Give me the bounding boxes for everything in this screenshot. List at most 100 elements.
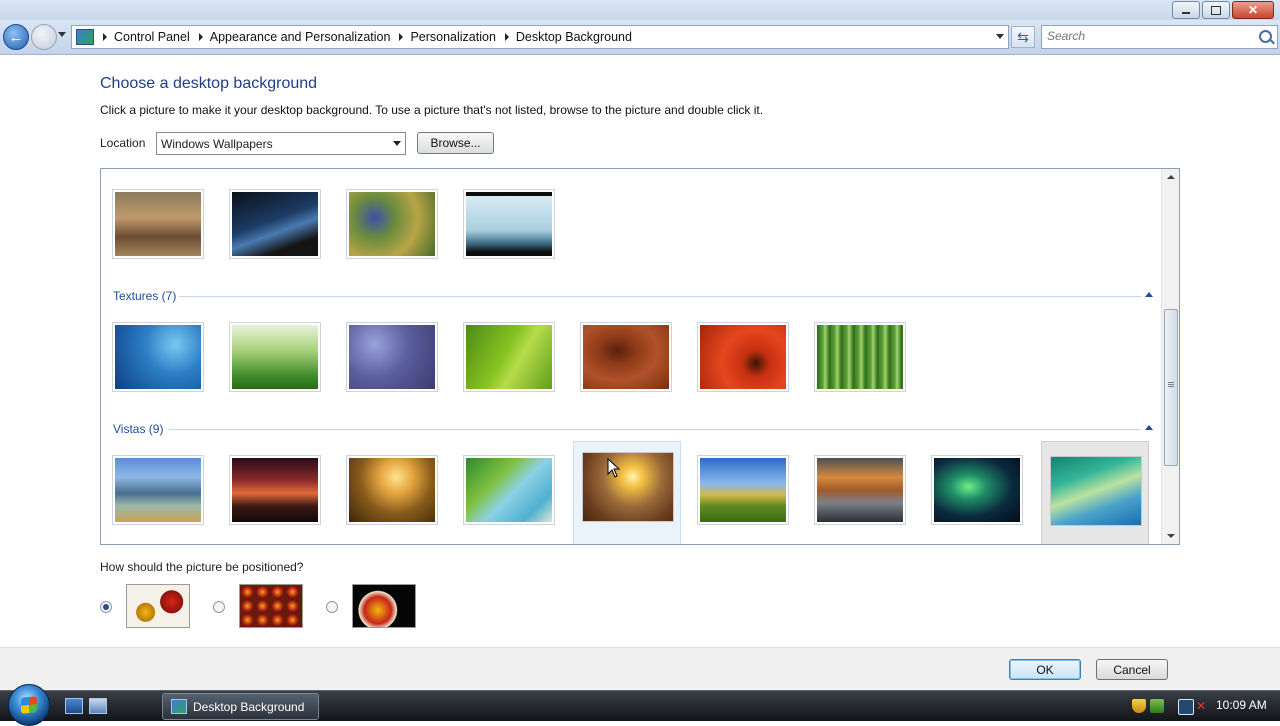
instructions-text: Click a picture to make it your desktop … bbox=[100, 103, 764, 117]
control-panel-icon bbox=[171, 699, 187, 714]
wallpaper-thumbnail-green-grass[interactable] bbox=[229, 322, 321, 392]
category-header-textures[interactable]: Textures (7) bbox=[113, 288, 176, 304]
category-header-vistas[interactable]: Vistas (9) bbox=[113, 421, 163, 437]
location-select-value: Windows Wallpapers bbox=[161, 136, 273, 151]
breadcrumb-separator-icon[interactable] bbox=[198, 33, 203, 41]
breadcrumb-separator-icon[interactable] bbox=[504, 33, 509, 41]
wallpaper-thumbnail-koi-fish[interactable] bbox=[463, 189, 555, 259]
restore-icon bbox=[1211, 5, 1221, 15]
collapse-up-icon[interactable] bbox=[1145, 292, 1153, 297]
category-label[interactable]: Vistas (9) bbox=[113, 422, 163, 436]
page-title: Choose a desktop background bbox=[100, 75, 318, 92]
desktop-background-panel: Choose a desktop background Click a pict… bbox=[0, 55, 1280, 647]
display-icon[interactable] bbox=[1178, 699, 1194, 715]
refresh-button[interactable]: ⇆ bbox=[1011, 26, 1035, 48]
position-radio-center[interactable] bbox=[326, 601, 338, 613]
scrollbar-thumb[interactable] bbox=[1164, 309, 1178, 466]
category-divider bbox=[179, 296, 1141, 297]
location-label: Location bbox=[100, 136, 146, 150]
wallpaper-thumbnail-fish-school[interactable] bbox=[112, 322, 204, 392]
position-preview-center[interactable] bbox=[352, 584, 416, 628]
position-radio-fit[interactable] bbox=[100, 601, 112, 613]
wallpaper-thumbnail-pebbles[interactable] bbox=[346, 322, 438, 392]
maximize-button[interactable] bbox=[1202, 1, 1230, 19]
wallpaper-image bbox=[349, 325, 435, 389]
position-preview-fit[interactable] bbox=[126, 584, 190, 628]
wallpaper-thumbnail-bamboo[interactable] bbox=[814, 322, 906, 392]
forward-arrow-icon: → bbox=[36, 28, 52, 46]
breadcrumb-personalization[interactable]: Personalization bbox=[410, 30, 495, 44]
clock[interactable]: 10:09 AM bbox=[1216, 698, 1267, 712]
wallpaper-image bbox=[466, 325, 552, 389]
wallpaper-image bbox=[583, 325, 669, 389]
wallpaper-gallery[interactable]: Textures (7) Vistas (9) bbox=[100, 168, 1180, 545]
breadcrumb-appearance[interactable]: Appearance and Personalization bbox=[210, 30, 391, 44]
wallpaper-thumbnail-aurora[interactable] bbox=[931, 455, 1023, 525]
system-tray: ✕ 10:09 AM bbox=[1124, 691, 1280, 721]
wallpaper-thumbnail-rock-reflection[interactable] bbox=[814, 455, 906, 525]
wallpaper-thumbnail-field-sunrise[interactable] bbox=[573, 441, 681, 544]
wallpaper-thumbnail-wood-grain[interactable] bbox=[580, 322, 672, 392]
wallpaper-thumbnail-green-leaf[interactable] bbox=[463, 322, 555, 392]
address-bar[interactable]: Control Panel Appearance and Personaliza… bbox=[71, 25, 1009, 49]
show-desktop-icon[interactable] bbox=[65, 698, 83, 714]
wallpaper-image bbox=[582, 452, 674, 522]
cancel-button[interactable]: Cancel bbox=[1096, 659, 1168, 680]
wallpaper-thumbnail-karst-river[interactable] bbox=[112, 455, 204, 525]
wallpaper-image bbox=[466, 458, 552, 522]
wallpaper-thumbnail-bridge-night[interactable] bbox=[229, 189, 321, 259]
wallpaper-image bbox=[700, 458, 786, 522]
breadcrumb-separator-icon[interactable] bbox=[399, 33, 404, 41]
wallpaper-thumbnail-irises[interactable] bbox=[346, 189, 438, 259]
gallery-scrollbar[interactable] bbox=[1161, 169, 1179, 544]
address-dropdown-icon[interactable] bbox=[996, 34, 1004, 39]
close-button[interactable]: ✕ bbox=[1232, 1, 1274, 19]
minimize-icon bbox=[1182, 12, 1190, 14]
wallpaper-image bbox=[349, 458, 435, 522]
scroll-down-arrow-icon[interactable] bbox=[1167, 534, 1175, 538]
dialog-button-bar: OK Cancel bbox=[0, 647, 1280, 691]
minimize-button[interactable] bbox=[1172, 1, 1200, 19]
breadcrumb-desktop-background[interactable]: Desktop Background bbox=[516, 30, 632, 44]
wallpaper-thumbnail-vista-aurora[interactable] bbox=[1041, 441, 1149, 544]
breadcrumb-control-panel[interactable]: Control Panel bbox=[114, 30, 190, 44]
position-radio-tile[interactable] bbox=[213, 601, 225, 613]
refresh-icon: ⇆ bbox=[1017, 28, 1029, 45]
search-box[interactable] bbox=[1041, 25, 1278, 49]
category-label[interactable]: Textures (7) bbox=[113, 289, 176, 303]
network-icon[interactable] bbox=[1150, 699, 1164, 713]
windows-logo-icon bbox=[21, 696, 37, 714]
wallpaper-thumbnail-painting-park[interactable] bbox=[112, 189, 204, 259]
search-icon[interactable] bbox=[1259, 30, 1272, 43]
wallpaper-thumbnail-palm-frond[interactable] bbox=[463, 455, 555, 525]
wallpaper-image bbox=[466, 192, 552, 256]
switch-windows-icon[interactable] bbox=[89, 698, 107, 714]
ok-button[interactable]: OK bbox=[1009, 659, 1081, 680]
category-divider bbox=[169, 429, 1141, 430]
breadcrumb-separator-icon[interactable] bbox=[103, 33, 107, 41]
recent-pages-dropdown-icon[interactable] bbox=[58, 32, 66, 37]
forward-button[interactable]: → bbox=[31, 24, 57, 50]
back-arrow-icon: ← bbox=[8, 28, 24, 46]
navigation-bar: ← → Control Panel Appearance and Persona… bbox=[0, 20, 1280, 55]
wallpaper-thumbnail-red-gerbera[interactable] bbox=[697, 322, 789, 392]
wallpaper-thumbnail-golden-rocks[interactable] bbox=[346, 455, 438, 525]
wallpaper-image bbox=[934, 458, 1020, 522]
scroll-up-arrow-icon[interactable] bbox=[1167, 175, 1175, 179]
collapse-up-icon[interactable] bbox=[1145, 425, 1153, 430]
location-select[interactable]: Windows Wallpapers bbox=[156, 132, 406, 155]
wallpaper-image bbox=[817, 325, 903, 389]
wallpaper-image bbox=[115, 325, 201, 389]
search-input[interactable] bbox=[1042, 26, 1247, 46]
wallpaper-thumbnail-green-valley[interactable] bbox=[697, 455, 789, 525]
position-preview-tile[interactable] bbox=[239, 584, 303, 628]
browse-button[interactable]: Browse... bbox=[417, 132, 494, 154]
wallpaper-thumbnail-sunset-hills[interactable] bbox=[229, 455, 321, 525]
grip-icon bbox=[1168, 382, 1174, 383]
taskbar-item-label: Desktop Background bbox=[193, 699, 305, 714]
security-shield-icon[interactable] bbox=[1132, 699, 1146, 713]
wallpaper-image bbox=[349, 192, 435, 256]
taskbar-item-desktop-background[interactable]: Desktop Background bbox=[162, 693, 319, 720]
volume-muted-icon[interactable]: ✕ bbox=[1196, 699, 1210, 713]
back-button[interactable]: ← bbox=[3, 24, 29, 50]
